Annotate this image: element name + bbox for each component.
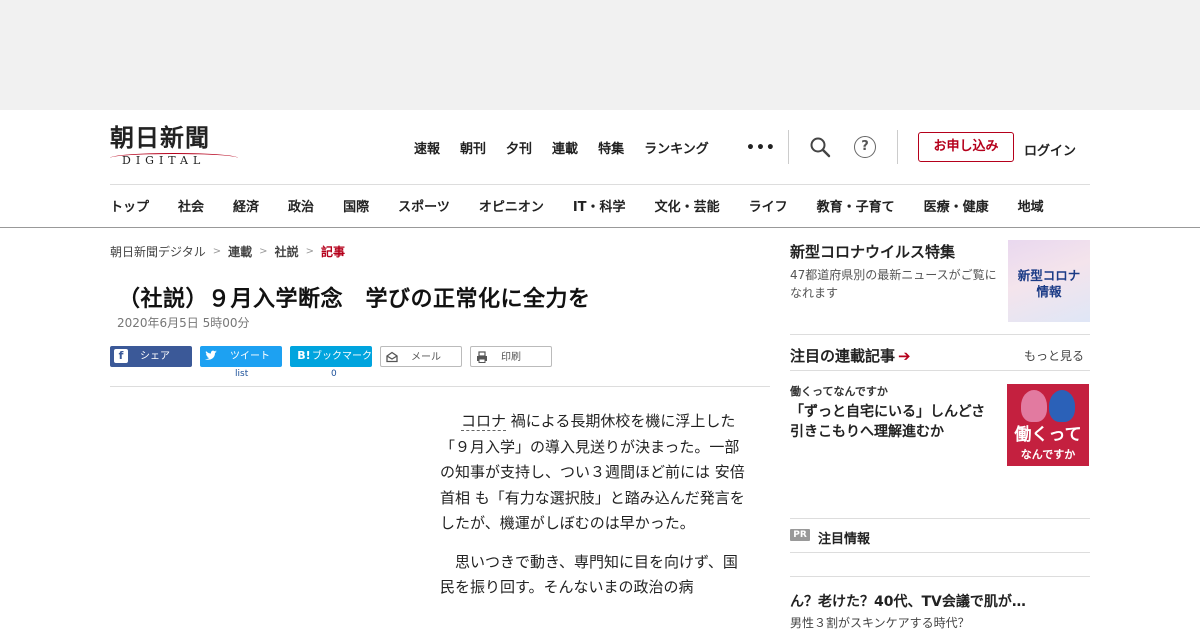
breadcrumb-current: 記事 bbox=[320, 245, 345, 259]
mail-icon bbox=[386, 351, 398, 363]
divider bbox=[790, 518, 1090, 519]
printer-icon bbox=[477, 351, 487, 363]
promo-title[interactable]: 新型コロナウイルス特集 bbox=[790, 241, 955, 262]
breadcrumb: 朝日新聞デジタル > 連載 > 社説 > 記事 bbox=[110, 243, 345, 260]
paragraph-text: も「有力な選択肢」と踏み込んだ発言をしたが、機運がしぼむのは早かった。 bbox=[440, 488, 745, 533]
category-it-science[interactable]: IT・科学 bbox=[573, 196, 626, 215]
category-life[interactable]: ライフ bbox=[749, 196, 788, 215]
login-link[interactable]: ログイン bbox=[1024, 140, 1076, 159]
divider bbox=[790, 552, 1090, 553]
mail-share-label: メール bbox=[411, 352, 441, 363]
pr-article-title[interactable]: ん？老けた？40代、TV会議で肌が… bbox=[790, 591, 1026, 611]
category-culture[interactable]: 文化・芸能 bbox=[655, 196, 720, 215]
ad-banner-area bbox=[0, 0, 1200, 110]
nav-sokuho[interactable]: 速報 bbox=[414, 138, 440, 157]
divider bbox=[110, 386, 770, 387]
divider bbox=[788, 130, 789, 164]
hatena-count[interactable]: 0 bbox=[331, 369, 337, 379]
hatena-icon: B! bbox=[297, 349, 311, 362]
facebook-icon: f bbox=[114, 349, 128, 363]
hatena-bookmark-label: ブックマーク bbox=[312, 351, 372, 362]
article-paragraph: コロナ 禍による長期休校を機に浮上した「９月入学」の導入見送りが決まった。一部の… bbox=[440, 409, 750, 537]
divider bbox=[790, 576, 1090, 577]
promo-image-text: 新型コロナ bbox=[1017, 268, 1081, 283]
more-menu-icon[interactable]: ••• bbox=[746, 140, 776, 156]
series-article-title[interactable]: 「ずっと自宅にいる」しんどさ 引きこもりへ理解進むか bbox=[790, 402, 1000, 442]
breadcrumb-separator-icon: > bbox=[212, 246, 222, 257]
category-top[interactable]: トップ bbox=[110, 196, 149, 215]
top-navigation: 速報 朝刊 夕刊 連載 特集 ランキング bbox=[414, 138, 729, 157]
facebook-share-label: シェア bbox=[140, 351, 170, 362]
promo-image-text: 情報 bbox=[1036, 284, 1062, 299]
promo-image[interactable]: 新型コロナ 情報 bbox=[1008, 240, 1090, 322]
facebook-share-button[interactable]: f シェア bbox=[110, 346, 192, 367]
section-title[interactable]: 注目の連載記事 ➔ bbox=[790, 345, 911, 366]
category-society[interactable]: 社会 bbox=[178, 196, 204, 215]
site-logo[interactable]: 朝日新聞 DIGITAL bbox=[110, 124, 245, 170]
pr-label: 注目情報 bbox=[818, 532, 871, 547]
series-image-text: 働くって bbox=[1014, 425, 1082, 445]
person-illustration-icon bbox=[1049, 390, 1075, 422]
category-politics[interactable]: 政治 bbox=[288, 196, 314, 215]
pr-article-subtitle[interactable]: 男性３割がスキンケアする時代？ bbox=[790, 614, 970, 630]
breadcrumb-rensai[interactable]: 連載 bbox=[228, 243, 252, 260]
twitter-share-label: ツイート bbox=[230, 351, 270, 362]
logo-japanese: 朝日新聞 bbox=[110, 123, 210, 152]
logo-english: DIGITAL bbox=[110, 153, 238, 168]
category-international[interactable]: 国際 bbox=[343, 196, 369, 215]
nav-choukan[interactable]: 朝刊 bbox=[460, 138, 486, 157]
article-body: コロナ 禍による長期休校を機に浮上した「９月入学」の導入見送りが決まった。一部の… bbox=[440, 409, 750, 614]
nav-yuukan[interactable]: 夕刊 bbox=[506, 138, 532, 157]
category-opinion[interactable]: オピニオン bbox=[479, 196, 544, 215]
print-button[interactable]: 印刷 bbox=[470, 346, 552, 367]
more-link[interactable]: もっと見る bbox=[1024, 347, 1084, 364]
arrow-right-icon: ➔ bbox=[898, 347, 911, 365]
category-health[interactable]: 医療・健康 bbox=[924, 196, 989, 215]
person-illustration-icon bbox=[1021, 390, 1047, 422]
category-region[interactable]: 地域 bbox=[1018, 196, 1044, 215]
category-economy[interactable]: 経済 bbox=[233, 196, 259, 215]
hatena-bookmark-button[interactable]: B! ブックマーク bbox=[290, 346, 372, 367]
divider bbox=[790, 370, 1090, 371]
promo-description[interactable]: 47都道府県別の最新ニュースがご覧になれます bbox=[790, 266, 1004, 302]
pr-badge: PR bbox=[790, 529, 810, 541]
divider bbox=[897, 130, 898, 164]
twitter-share-button[interactable]: ツイート bbox=[200, 346, 282, 367]
divider bbox=[0, 227, 1200, 228]
twitter-count[interactable]: list bbox=[235, 369, 248, 379]
nav-tokushu[interactable]: 特集 bbox=[598, 138, 624, 157]
nav-ranking[interactable]: ランキング bbox=[644, 138, 709, 157]
breadcrumb-shasetsu[interactable]: 社説 bbox=[275, 243, 299, 260]
breadcrumb-home[interactable]: 朝日新聞デジタル bbox=[110, 243, 206, 260]
subscribe-button[interactable]: お申し込み bbox=[918, 132, 1014, 162]
category-sports[interactable]: スポーツ bbox=[398, 196, 450, 215]
series-image-text: なんですか bbox=[1020, 448, 1076, 461]
print-label: 印刷 bbox=[501, 352, 521, 363]
divider bbox=[110, 184, 1090, 185]
breadcrumb-separator-icon: > bbox=[259, 246, 268, 257]
article-title: （社説）９月入学断念 学びの正常化に全力を bbox=[118, 287, 591, 312]
help-icon[interactable]: ? bbox=[854, 136, 876, 158]
section-title-text: 注目の連載記事 bbox=[790, 347, 896, 365]
mail-share-button[interactable]: メール bbox=[380, 346, 462, 367]
series-image[interactable]: 働くって なんですか bbox=[1007, 384, 1089, 466]
breadcrumb-separator-icon: > bbox=[305, 246, 314, 257]
category-navigation: トップ 社会 経済 政治 国際 スポーツ オピニオン IT・科学 文化・芸能 ラ… bbox=[110, 196, 1044, 215]
article-date: 2020年6月5日 5時00分 bbox=[117, 316, 250, 330]
search-icon[interactable] bbox=[809, 136, 831, 158]
divider bbox=[790, 334, 1090, 335]
article-paragraph: 思いつきで動き、専門知に目を向けず、国民を振り回す。そんないまの政治の病 bbox=[440, 552, 738, 597]
nav-rensai[interactable]: 連載 bbox=[552, 138, 578, 157]
category-education[interactable]: 教育・子育て bbox=[817, 196, 895, 215]
keyword-link[interactable]: コロナ bbox=[461, 412, 507, 431]
twitter-icon bbox=[205, 350, 217, 360]
series-label[interactable]: 働くってなんですか bbox=[790, 383, 888, 399]
